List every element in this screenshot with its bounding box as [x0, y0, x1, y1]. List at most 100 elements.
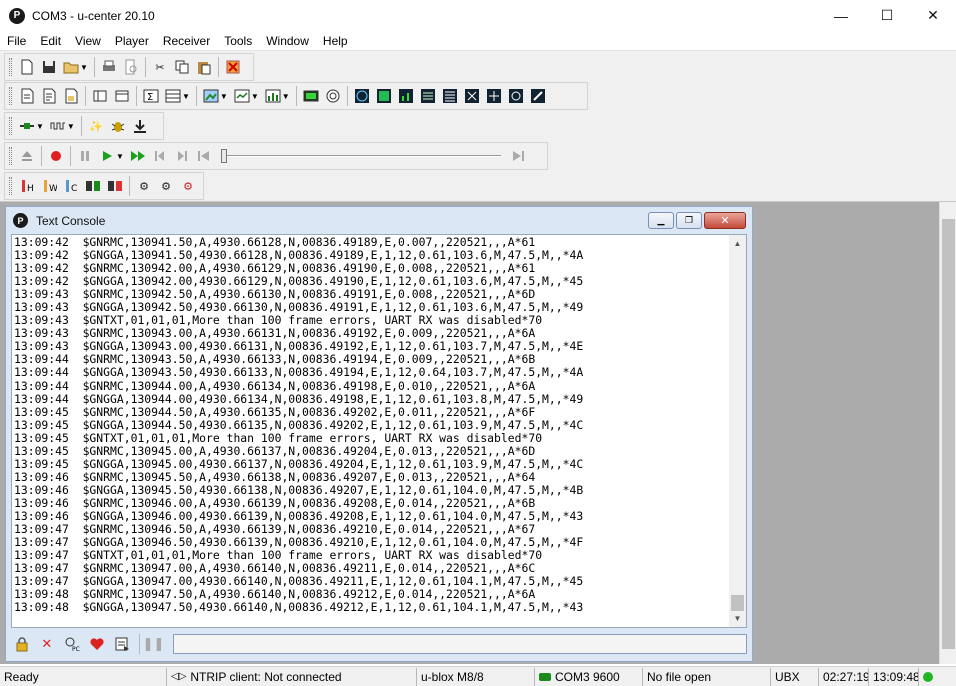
- lock-icon[interactable]: [11, 634, 33, 654]
- menu-tools[interactable]: Tools: [217, 34, 259, 48]
- slider-thumb[interactable]: [220, 149, 227, 163]
- map-dropdown-icon[interactable]: ▼: [220, 92, 228, 101]
- close-button[interactable]: ✕: [910, 0, 956, 31]
- menu-view[interactable]: View: [68, 34, 108, 48]
- autobaud-icon[interactable]: [17, 86, 37, 106]
- clock-view-icon[interactable]: [506, 86, 526, 106]
- console-scrollbar[interactable]: ▲ ▼: [729, 235, 746, 627]
- toolbar-grip[interactable]: [9, 117, 12, 135]
- table-dropdown-icon[interactable]: ▼: [182, 92, 190, 101]
- receiver-poll-icon[interactable]: [105, 176, 125, 196]
- menu-help[interactable]: Help: [316, 34, 355, 48]
- mdi-scroll-thumb[interactable]: [942, 219, 955, 649]
- status-ntrip[interactable]: ◁▷ NTRIP client: Not connected: [166, 667, 416, 686]
- pc-time-icon[interactable]: PC: [61, 634, 83, 654]
- step-forward-icon[interactable]: [172, 146, 192, 166]
- map-view-icon[interactable]: [201, 86, 221, 106]
- menu-window[interactable]: Window: [259, 34, 316, 48]
- table-view-icon[interactable]: [163, 86, 183, 106]
- playback-slider[interactable]: [220, 147, 501, 165]
- packet-view-icon[interactable]: [90, 86, 110, 106]
- baudrate-icon[interactable]: [48, 116, 68, 136]
- cold-start-icon[interactable]: C: [61, 176, 81, 196]
- download-icon[interactable]: [130, 116, 150, 136]
- data-view-icon[interactable]: [418, 86, 438, 106]
- clear-icon[interactable]: [223, 57, 243, 77]
- clear-console-icon[interactable]: ✕: [36, 634, 58, 654]
- message-view-icon[interactable]: [39, 86, 59, 106]
- menu-edit[interactable]: Edit: [33, 34, 68, 48]
- baudrate-dropdown-icon[interactable]: ▼: [67, 122, 75, 131]
- tools-view-icon[interactable]: [528, 86, 548, 106]
- generation-view-icon[interactable]: [61, 86, 81, 106]
- settings-gear-icon[interactable]: ⚙: [134, 176, 154, 196]
- chart-view-icon[interactable]: [232, 86, 252, 106]
- console-scroll-thumb[interactable]: [731, 595, 744, 611]
- play-dropdown-icon[interactable]: ▼: [116, 152, 124, 161]
- console-minimize-button[interactable]: ▁: [648, 212, 674, 229]
- go-to-end-icon[interactable]: [508, 146, 528, 166]
- console-line: 13:09:48 $GNGGA,130947.50,4930.66140,N,0…: [14, 600, 584, 615]
- new-file-icon[interactable]: [17, 57, 37, 77]
- go-to-start-icon[interactable]: [194, 146, 214, 166]
- connection-icon[interactable]: [17, 116, 37, 136]
- list-view-icon[interactable]: [440, 86, 460, 106]
- open-dropdown-icon[interactable]: ▼: [80, 63, 88, 72]
- sat-signal-view-icon[interactable]: [374, 86, 394, 106]
- minimize-button[interactable]: —: [818, 0, 864, 31]
- chart-dropdown-icon[interactable]: ▼: [251, 92, 259, 101]
- autobaud-wand-icon[interactable]: ✨: [86, 116, 106, 136]
- console-close-button[interactable]: ✕: [704, 212, 746, 229]
- cut-icon[interactable]: ✂: [150, 57, 170, 77]
- scroll-up-icon[interactable]: ▲: [729, 235, 746, 252]
- receiver-sync-icon[interactable]: [83, 176, 103, 196]
- separator: [144, 57, 146, 77]
- paste-icon[interactable]: [194, 57, 214, 77]
- toolbar-grip[interactable]: [9, 58, 12, 76]
- console-title-bar[interactable]: P Text Console ▁ ❐ ✕: [6, 207, 752, 234]
- histogram-dropdown-icon[interactable]: ▼: [282, 92, 290, 101]
- settings-gear-reset-icon[interactable]: ⚙: [178, 176, 198, 196]
- toolbar-grip[interactable]: [9, 87, 12, 105]
- compass-view-icon[interactable]: [352, 86, 372, 106]
- console-restore-button[interactable]: ❐: [676, 212, 702, 229]
- heartbeat-icon[interactable]: [86, 634, 108, 654]
- debug-icon[interactable]: [108, 116, 128, 136]
- mdi-scrollbar[interactable]: [939, 202, 956, 664]
- menu-receiver[interactable]: Receiver: [156, 34, 217, 48]
- pause-icon[interactable]: [75, 146, 95, 166]
- scroll-down-icon[interactable]: ▼: [729, 610, 746, 627]
- open-folder-icon[interactable]: [61, 57, 81, 77]
- play-icon[interactable]: [97, 146, 117, 166]
- console-output[interactable]: 13:09:42 $GNRMC,130941.50,A,4930.66128,N…: [11, 234, 747, 628]
- toolbar-grip[interactable]: [9, 177, 12, 195]
- pause-console-icon[interactable]: ❚❚: [143, 634, 165, 654]
- send-message-icon[interactable]: [111, 634, 133, 654]
- camera-view-icon[interactable]: [301, 86, 321, 106]
- record-icon[interactable]: [46, 146, 66, 166]
- step-back-icon[interactable]: [150, 146, 170, 166]
- connection-dropdown-icon[interactable]: ▼: [36, 122, 44, 131]
- statistic-view-icon[interactable]: Σ: [141, 86, 161, 106]
- fast-forward-icon[interactable]: [128, 146, 148, 166]
- deviation-view-icon[interactable]: [484, 86, 504, 106]
- hot-start-icon[interactable]: H: [17, 176, 37, 196]
- print-preview-icon[interactable]: [121, 57, 141, 77]
- warm-start-icon[interactable]: W: [39, 176, 59, 196]
- save-icon[interactable]: [39, 57, 59, 77]
- binary-view-icon[interactable]: [112, 86, 132, 106]
- sky-view-icon[interactable]: [323, 86, 343, 106]
- maximize-button[interactable]: ☐: [864, 0, 910, 31]
- status-port[interactable]: COM3 9600: [534, 667, 642, 686]
- eject-icon[interactable]: [17, 146, 37, 166]
- print-icon[interactable]: [99, 57, 119, 77]
- signal-level-view-icon[interactable]: [396, 86, 416, 106]
- satellite-view-icon[interactable]: [462, 86, 482, 106]
- settings-gear-save-icon[interactable]: ⚙: [156, 176, 176, 196]
- console-command-input[interactable]: [173, 634, 747, 654]
- menu-file[interactable]: File: [0, 34, 33, 48]
- toolbar-grip[interactable]: [9, 147, 12, 165]
- menu-player[interactable]: Player: [108, 34, 156, 48]
- copy-icon[interactable]: [172, 57, 192, 77]
- histogram-view-icon[interactable]: [263, 86, 283, 106]
